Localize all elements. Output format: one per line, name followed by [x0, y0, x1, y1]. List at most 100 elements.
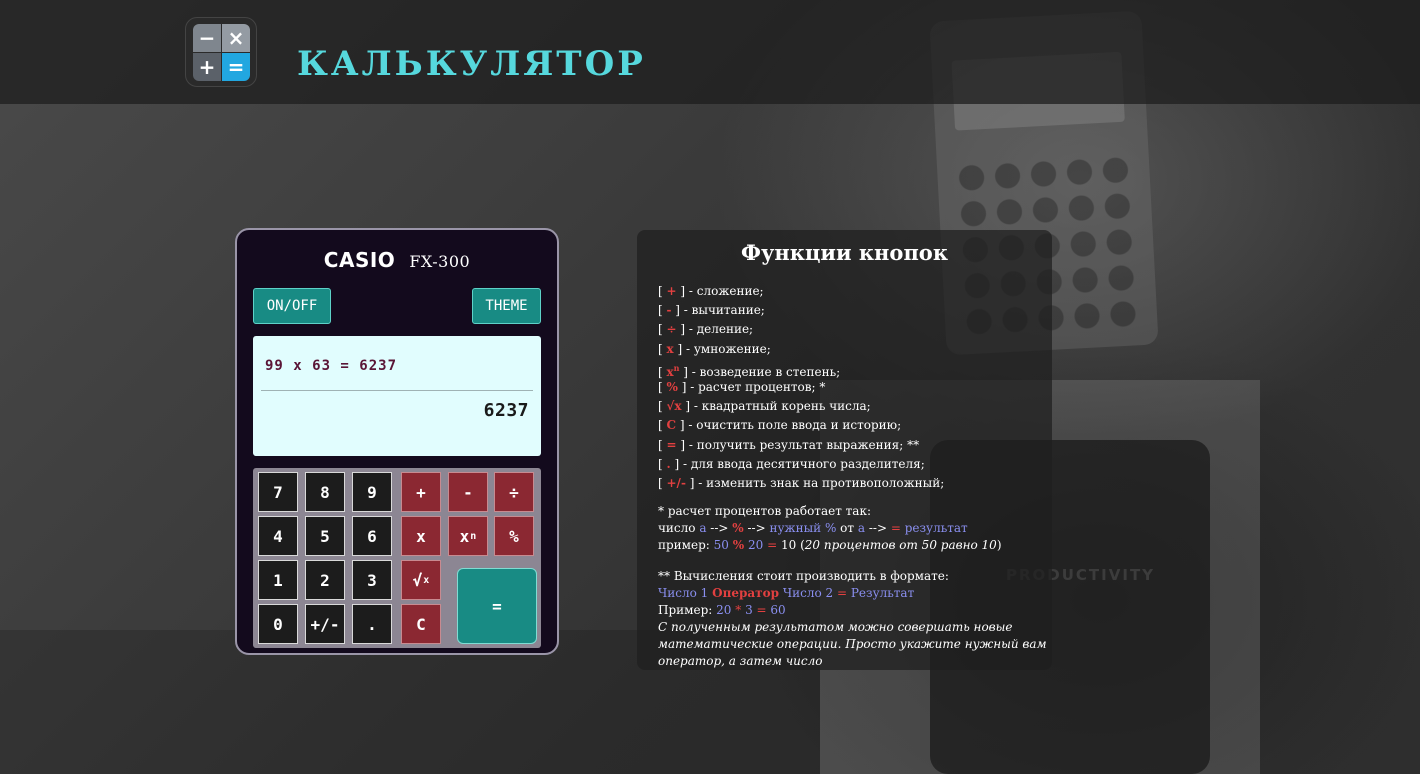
- help-item: [ + ] - сложение;: [658, 284, 764, 298]
- formula-result: результат: [900, 521, 968, 535]
- help-item-symbol: -: [666, 303, 672, 318]
- help-item-symbol: =: [666, 437, 677, 452]
- percent-note-heading: * расчет процентов работает так:: [658, 504, 871, 518]
- minus-icon: −: [193, 24, 221, 52]
- format-note-heading: ** Вычисления стоит производить в формат…: [658, 569, 949, 583]
- format-equals: =: [836, 586, 848, 600]
- key-equals[interactable]: =: [457, 568, 537, 644]
- key-multiply[interactable]: x: [401, 516, 441, 556]
- equals-icon: =: [222, 53, 250, 81]
- formula-prefix: число: [658, 521, 700, 535]
- theme-button[interactable]: THEME: [472, 288, 541, 324]
- sqrt-subscript: x: [423, 574, 430, 586]
- help-item: [ - ] - вычитание;: [658, 303, 765, 318]
- help-item-text: - получить результат выражения; **: [685, 437, 920, 452]
- help-item: [ x ] - умножение;: [658, 341, 771, 356]
- formula-arrow: -->: [865, 521, 891, 535]
- help-notes: * расчет процентов работает так: число a…: [658, 503, 1048, 670]
- example-percent: %: [732, 538, 745, 552]
- key-1[interactable]: 1: [258, 560, 298, 600]
- key-4[interactable]: 4: [258, 516, 298, 556]
- help-symbol-base: x: [666, 364, 674, 379]
- key-sign[interactable]: +/-: [305, 604, 345, 644]
- example-n1: 50: [713, 538, 729, 552]
- display-divider: [261, 390, 533, 391]
- key-5[interactable]: 5: [305, 516, 345, 556]
- help-item: [ +/- ] - изменить знак на противоположн…: [658, 475, 945, 490]
- key-power[interactable]: xn: [448, 516, 488, 556]
- key-2[interactable]: 2: [305, 560, 345, 600]
- format-number2: Число 2: [782, 586, 834, 600]
- key-6[interactable]: 6: [352, 516, 392, 556]
- format-note-format: Число 1 Оператор Число 2 = Результат: [658, 585, 1048, 602]
- help-item-text: - очистить поле ввода и историю;: [684, 418, 902, 433]
- formula-ot: от: [836, 521, 858, 535]
- calculator: CASIO FX-300 ON/OFF THEME 99 x 63 = 6237 …: [235, 228, 559, 655]
- key-clear[interactable]: C: [401, 604, 441, 644]
- example-n2: 20: [748, 538, 764, 552]
- display-history: 99 x 63 = 6237: [265, 358, 398, 374]
- key-0[interactable]: 0: [258, 604, 298, 644]
- format-result: Результат: [850, 586, 915, 600]
- help-item-symbol: .: [666, 456, 671, 471]
- on-off-button[interactable]: ON/OFF: [253, 288, 331, 324]
- format-example-result: 60: [770, 603, 786, 617]
- format-example-n2: 3: [745, 603, 753, 617]
- key-divide[interactable]: ÷: [494, 472, 534, 512]
- help-item: [ C ] - очистить поле ввода и историю;: [658, 418, 902, 433]
- formula-needed: нужный %: [769, 521, 837, 535]
- help-item-symbol: x: [666, 341, 674, 356]
- help-item-text: - расчет процентов; *: [686, 379, 826, 394]
- keypad: 7 8 9 + - ÷ 4 5 6 x xn % 1 2 3 √ x 0 +/- …: [253, 468, 541, 648]
- key-percent[interactable]: %: [494, 516, 534, 556]
- key-9[interactable]: 9: [352, 472, 392, 512]
- plus-icon: +: [193, 53, 221, 81]
- help-item: [ = ] - получить результат выражения; **: [658, 437, 920, 452]
- help-item-text: - для ввода десятичного разделителя;: [679, 456, 925, 471]
- format-note-footer: С полученным результатом можно совершать…: [658, 620, 1047, 668]
- key-7[interactable]: 7: [258, 472, 298, 512]
- help-symbol-exponent: n: [673, 362, 680, 373]
- help-item-text: - квадратный корень числа;: [690, 399, 871, 414]
- formula-var-a2: a: [857, 521, 866, 535]
- help-item-symbol: +: [666, 284, 677, 298]
- key-power-exponent: n: [470, 530, 477, 542]
- display-result: 6237: [483, 400, 529, 421]
- key-minus[interactable]: -: [448, 472, 488, 512]
- help-item-symbol: ÷: [666, 322, 677, 337]
- percent-note-example: пример: 50 % 20 = 10 (20 процентов от 50…: [658, 537, 1048, 554]
- format-note-example: Пример: 20 * 3 = 60: [658, 602, 1048, 619]
- format-example-n1: 20: [716, 603, 732, 617]
- formula-percent: %: [732, 521, 744, 535]
- calculator-logo-icon: − × + =: [185, 17, 257, 87]
- key-3[interactable]: 3: [352, 560, 392, 600]
- help-item-text: - вычитание;: [679, 303, 765, 318]
- help-item: [ xn ] - возведение в степень;: [658, 362, 841, 379]
- multiply-icon: ×: [222, 24, 250, 52]
- format-example-operator: *: [735, 603, 742, 617]
- calculator-brand: CASIO FX-300: [237, 248, 557, 272]
- notes-gap: [658, 554, 1048, 568]
- help-item-text: - сложение;: [685, 284, 764, 298]
- formula-arrow: -->: [743, 521, 770, 535]
- formula-equals: =: [890, 521, 901, 535]
- help-item: [ . ] - для ввода десятичного разделител…: [658, 456, 925, 471]
- key-dot[interactable]: .: [352, 604, 392, 644]
- example-result: 10 (: [777, 538, 805, 552]
- formula-arrow: -->: [706, 521, 733, 535]
- percent-note-formula: число a --> % --> нужный % от a --> = ре…: [658, 520, 1048, 537]
- calculator-display: 99 x 63 = 6237 6237: [253, 336, 541, 456]
- format-example-equals: =: [756, 603, 767, 617]
- example-prefix: пример:: [658, 538, 714, 552]
- help-item-text: - деление;: [685, 322, 754, 337]
- format-example-prefix: Пример:: [658, 603, 717, 617]
- help-item-text: - возведение в степень;: [687, 364, 841, 379]
- key-plus[interactable]: +: [401, 472, 441, 512]
- example-explanation: 20 процентов от 50 равно 10: [804, 538, 997, 552]
- key-8[interactable]: 8: [305, 472, 345, 512]
- page-title: КАЛЬКУЛЯТОР: [297, 44, 646, 84]
- key-sqrt[interactable]: √ x: [401, 560, 441, 600]
- help-panel: Функции кнопок [ + ] - сложение; [ - ] -…: [637, 230, 1052, 670]
- help-item-symbol: +/-: [666, 475, 686, 490]
- sqrt-symbol: √: [412, 570, 423, 590]
